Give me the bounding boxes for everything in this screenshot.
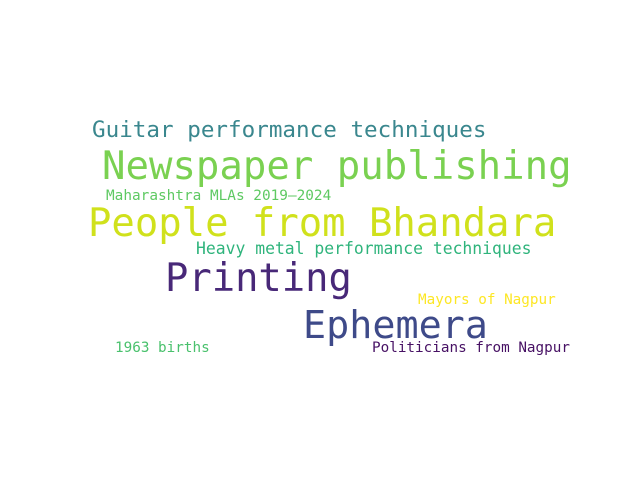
word-printing: Printing	[165, 256, 352, 301]
word-guitar-performance-techniques: Guitar performance techniques	[92, 117, 487, 143]
word-newspaper-publishing: Newspaper publishing	[102, 144, 572, 189]
word-politicians-from-nagpur: Politicians from Nagpur	[372, 340, 570, 356]
word-cloud: Guitar performance techniques Newspaper …	[0, 0, 640, 480]
word-heavy-metal-techniques: Heavy metal performance techniques	[196, 239, 532, 258]
word-1963-births: 1963 births	[115, 340, 210, 356]
